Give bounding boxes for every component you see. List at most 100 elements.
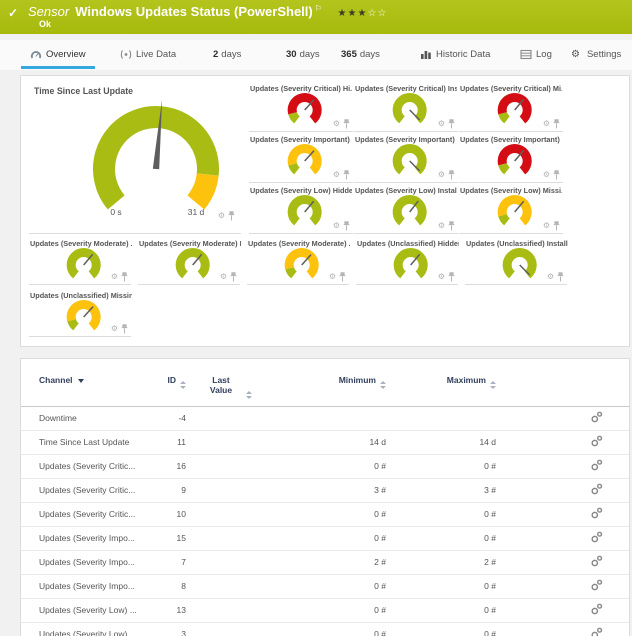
channel-gauge-tile[interactable]: Updates (Severity Important) ... ⚙ [354,132,458,183]
channel-gauge [282,192,328,228]
star-filled-icon[interactable]: ★ [348,8,358,19]
cell-channel[interactable]: Updates (Severity Impo... [21,574,151,598]
channel-gauge-tile[interactable]: Updates (Unclassified) Missing ⚙ [29,288,131,337]
star-filled-icon[interactable]: ★ [338,8,348,19]
channel-gauge-tile[interactable]: Updates (Severity Moderate) ... ⚙ [29,236,131,285]
tab-live-data[interactable]: Live Data [120,47,176,61]
channel-gauge-tile[interactable]: Updates (Severity Low) Install... ⚙ [354,183,458,234]
edit-channel-icon[interactable] [591,555,603,567]
edit-channel-icon[interactable] [591,459,603,471]
star-empty-icon[interactable]: ☆ [367,8,377,19]
cell-channel[interactable]: Updates (Severity Critic... [21,502,151,526]
col-header-last-value[interactable]: Last Value [186,375,266,406]
cell-channel[interactable]: Updates (Severity Low) ... [21,622,151,636]
star-filled-icon[interactable]: ★ [357,8,367,19]
cell-channel[interactable]: Time Since Last Update [21,430,151,454]
cell-channel[interactable]: Downtime [21,406,151,430]
priority-stars[interactable]: ★★★☆☆ [338,8,388,19]
pin-icon[interactable] [553,170,560,180]
edit-channel-icon[interactable] [591,435,603,447]
pin-icon[interactable] [448,221,455,231]
gear-icon[interactable]: ⚙ [111,273,118,281]
col-header-channel[interactable]: Channel [21,375,151,406]
gear-icon[interactable]: ⚙ [543,120,550,128]
pin-icon[interactable] [448,119,455,129]
tab-log[interactable]: Log [520,47,552,61]
edit-channel-icon[interactable] [591,507,603,519]
cell-minimum: 0 # [266,598,386,622]
col-header-id[interactable]: ID [151,375,186,406]
flag-icon[interactable]: ⚐ [315,4,322,13]
tab-settings[interactable]: ⚙ Settings [571,47,621,61]
pin-icon[interactable] [339,272,346,282]
gear-icon[interactable]: ⚙ [111,325,118,333]
cell-maximum: 0 # [386,502,496,526]
gear-icon[interactable]: ⚙ [220,273,227,281]
pin-icon[interactable] [343,170,350,180]
gear-icon[interactable]: ⚙ [543,222,550,230]
channel-table-row: Updates (Severity Impo... 8 0 # 0 # [21,574,629,598]
gear-icon[interactable]: ⚙ [547,273,554,281]
tab-overview[interactable]: Overview [30,47,86,61]
star-empty-icon[interactable]: ☆ [377,8,387,19]
col-header-maximum[interactable]: Maximum [386,375,496,406]
gear-icon[interactable]: ⚙ [438,171,445,179]
edit-channel-icon[interactable] [591,603,603,615]
gear-icon[interactable]: ⚙ [333,222,340,230]
channel-gauge-tile[interactable]: Updates (Unclassified) Install... ⚙ [465,236,567,285]
channel-gauge-tile[interactable]: Updates (Severity Critical) Hi... ⚙ [249,81,353,132]
big-gauge-tile[interactable]: Time Since Last Update 0 s 31 d ⚙ [29,81,241,234]
gear-icon[interactable]: ⚙ [333,120,340,128]
cell-channel[interactable]: Updates (Severity Critic... [21,454,151,478]
channel-gauge-tile[interactable]: Updates (Severity Moderate) ... ⚙ [247,236,349,285]
channel-gauge-tile[interactable]: Updates (Severity Moderate) I... ⚙ [138,236,240,285]
pin-icon[interactable] [448,170,455,180]
cell-channel[interactable]: Updates (Severity Impo... [21,550,151,574]
channel-gauge-tile[interactable]: Updates (Severity Low) Hidden ⚙ [249,183,353,234]
gear-icon[interactable]: ⚙ [329,273,336,281]
edit-channel-icon[interactable] [591,531,603,543]
edit-channel-icon[interactable] [591,411,603,423]
channel-table-row: Updates (Severity Impo... 7 2 # 2 # [21,550,629,574]
cell-channel[interactable]: Updates (Severity Critic... [21,478,151,502]
tab-30-days[interactable]: 30 days [286,47,320,61]
channel-gauge-tile[interactable]: Updates (Severity Critical) Ins... ⚙ [354,81,458,132]
channel-gauge-tile[interactable]: Updates (Severity Low) Missi... ⚙ [459,183,563,234]
gear-icon[interactable]: ⚙ [438,120,445,128]
cell-maximum: 3 # [386,478,496,502]
edit-channel-icon[interactable] [591,483,603,495]
pin-icon[interactable] [121,324,128,334]
cell-minimum: 0 # [266,526,386,550]
cell-minimum: 3 # [266,478,386,502]
tab-2-days[interactable]: 2 days [213,47,241,61]
channel-gauge-tile[interactable]: Updates (Unclassified) Hidden ⚙ [356,236,458,285]
sensor-status-text: Ok [39,19,51,29]
edit-channel-icon[interactable] [591,627,603,636]
pin-icon[interactable] [557,272,564,282]
pin-icon[interactable] [448,272,455,282]
pin-icon[interactable] [121,272,128,282]
cell-channel[interactable]: Updates (Severity Impo... [21,526,151,550]
pin-icon[interactable] [343,119,350,129]
pin-icon[interactable] [343,221,350,231]
channel-table-row: Downtime -4 [21,406,629,430]
channel-gauge-tile[interactable]: Updates (Severity Critical) Mi... ⚙ [459,81,563,132]
gear-icon[interactable]: ⚙ [438,222,445,230]
pin-icon[interactable] [553,221,560,231]
gear-icon[interactable]: ⚙ [218,212,225,220]
edit-channel-icon[interactable] [591,579,603,591]
gear-icon[interactable]: ⚙ [543,171,550,179]
pin-icon[interactable] [228,211,235,221]
channel-gauge-tile[interactable]: Updates (Severity Important) ... ⚙ [459,132,563,183]
tab-historic-data[interactable]: Historic Data [420,47,490,61]
cell-last-value [186,598,266,622]
col-header-minimum[interactable]: Minimum [266,375,386,406]
cell-channel[interactable]: Updates (Severity Low) ... [21,598,151,622]
tab-365-days[interactable]: 365 days [341,47,380,61]
channel-gauge-tile[interactable]: Updates (Severity Important) ... ⚙ [249,132,353,183]
pin-icon[interactable] [553,119,560,129]
overview-gauges-panel: Time Since Last Update 0 s 31 d ⚙ Update… [20,75,630,347]
pin-icon[interactable] [230,272,237,282]
gear-icon[interactable]: ⚙ [438,273,445,281]
gear-icon[interactable]: ⚙ [333,171,340,179]
